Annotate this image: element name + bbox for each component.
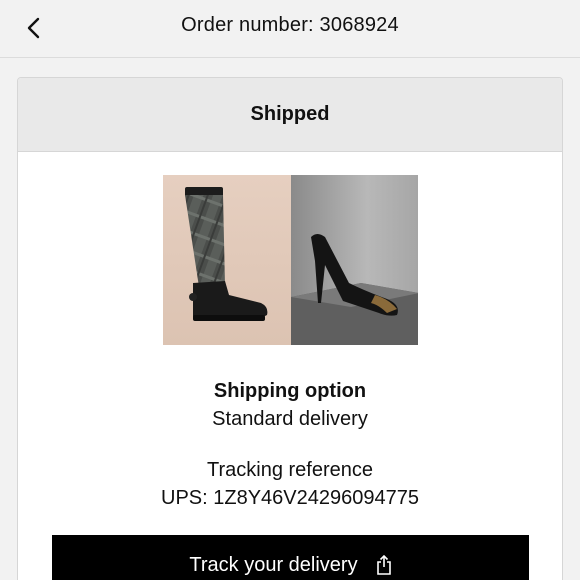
page-title: Order number: 3068924 (181, 14, 399, 36)
shipping-option-value: Standard delivery (212, 408, 368, 430)
status-header: Shipped (18, 78, 562, 152)
share-external-icon (376, 555, 391, 575)
tracking-reference-label: Tracking reference (207, 459, 373, 481)
shipping-option-title: Shipping option (213, 380, 367, 402)
product-images (163, 175, 418, 345)
track-delivery-label: Track your delivery (189, 553, 358, 576)
tracking-reference-value: UPS: 1Z8Y46V24296094775 (161, 487, 419, 509)
track-delivery-button[interactable]: Track your delivery (52, 535, 529, 580)
product-image-heel[interactable] (290, 175, 418, 345)
product-image-boot[interactable] (163, 175, 291, 345)
order-card: Shipped Shipping option Standard deliver… (17, 77, 563, 580)
header-bar: Order number: 3068924 (0, 0, 580, 58)
